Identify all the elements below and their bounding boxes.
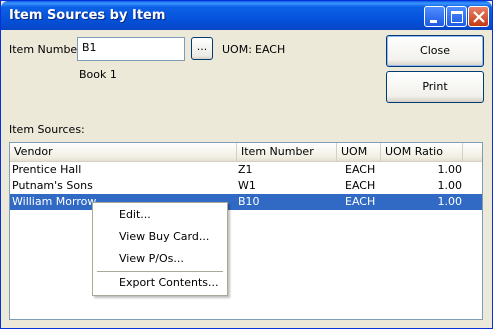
column-header-label: UOM Ratio — [385, 145, 443, 158]
column-header-vendor[interactable]: Vendor — [10, 143, 237, 161]
uom-cell: EACH — [345, 179, 376, 192]
browse-label: ... — [196, 40, 208, 53]
item-number-cell: W1 — [238, 179, 256, 192]
item-browse-button[interactable]: ... — [191, 37, 213, 60]
uom-label: UOM: — [222, 43, 252, 56]
menu-item-view-buy-card[interactable]: View Buy Card... — [93, 227, 227, 247]
vendor-cell: Putnam's Sons — [12, 179, 93, 192]
minimize-button[interactable] — [424, 6, 445, 27]
column-header-uom[interactable]: UOM — [337, 143, 381, 161]
minimize-icon — [430, 20, 437, 23]
uom-cell: EACH — [345, 163, 376, 176]
close-button[interactable]: Close — [386, 35, 484, 67]
close-button-label: Close — [420, 44, 450, 57]
column-header-uom-ratio[interactable]: UOM Ratio — [381, 143, 463, 161]
column-header-label: Vendor — [14, 145, 53, 158]
context-menu: Edit... View Buy Card... View P/Os... Ex… — [92, 202, 228, 296]
print-button[interactable]: Print — [386, 71, 484, 103]
item-sources-list[interactable]: Vendor Item Number UOM UOM Ratio Prentic… — [9, 142, 483, 320]
uom-ratio-cell: 1.00 — [437, 163, 463, 176]
uom-value: EACH — [255, 43, 286, 56]
item-sources-label: Item Sources: — [9, 123, 85, 136]
close-window-button[interactable] — [468, 6, 489, 27]
column-header-label: UOM — [341, 145, 368, 158]
item-number-label: Item Number: — [9, 43, 86, 56]
menu-item-label: Edit... — [119, 208, 151, 221]
item-description: Book 1 — [79, 68, 117, 81]
menu-item-label: View P/Os... — [119, 252, 184, 265]
item-number-value: B1 — [82, 41, 97, 54]
table-row[interactable]: Prentice Hall Z1 EACH 1.00 — [10, 162, 482, 178]
maximize-button[interactable] — [446, 6, 467, 27]
menu-item-label: View Buy Card... — [119, 230, 210, 243]
menu-item-view-pos[interactable]: View P/Os... — [93, 249, 227, 269]
item-number-cell: B10 — [238, 195, 260, 208]
uom-cell: EACH — [345, 195, 376, 208]
window-title: Item Sources by Item — [9, 8, 166, 23]
menu-separator — [97, 271, 223, 272]
table-row[interactable]: Putnam's Sons W1 EACH 1.00 — [10, 178, 482, 194]
column-header-item-number[interactable]: Item Number — [237, 143, 337, 161]
print-button-label: Print — [422, 80, 448, 93]
title-bar[interactable]: Item Sources by Item — [1, 1, 492, 30]
item-number-cell: Z1 — [238, 163, 253, 176]
column-header-label: Item Number — [241, 145, 314, 158]
menu-item-edit[interactable]: Edit... — [93, 205, 227, 225]
vendor-cell: Prentice Hall — [12, 163, 82, 176]
close-icon — [473, 11, 485, 23]
menu-item-export-contents[interactable]: Export Contents... — [93, 273, 227, 293]
vendor-cell: William Morrow — [12, 195, 97, 208]
uom-ratio-cell: 1.00 — [437, 179, 463, 192]
table-row-selected[interactable]: William Morrow B10 EACH 1.00 — [10, 194, 482, 210]
uom-ratio-cell: 1.00 — [437, 195, 463, 208]
item-number-input[interactable]: B1 — [77, 37, 185, 61]
menu-item-label: Export Contents... — [119, 276, 219, 289]
list-header: Vendor Item Number UOM UOM Ratio — [10, 143, 482, 162]
maximize-icon — [451, 11, 463, 23]
item-sources-window: Item Sources by Item Item Number: B1 ...… — [0, 0, 493, 329]
